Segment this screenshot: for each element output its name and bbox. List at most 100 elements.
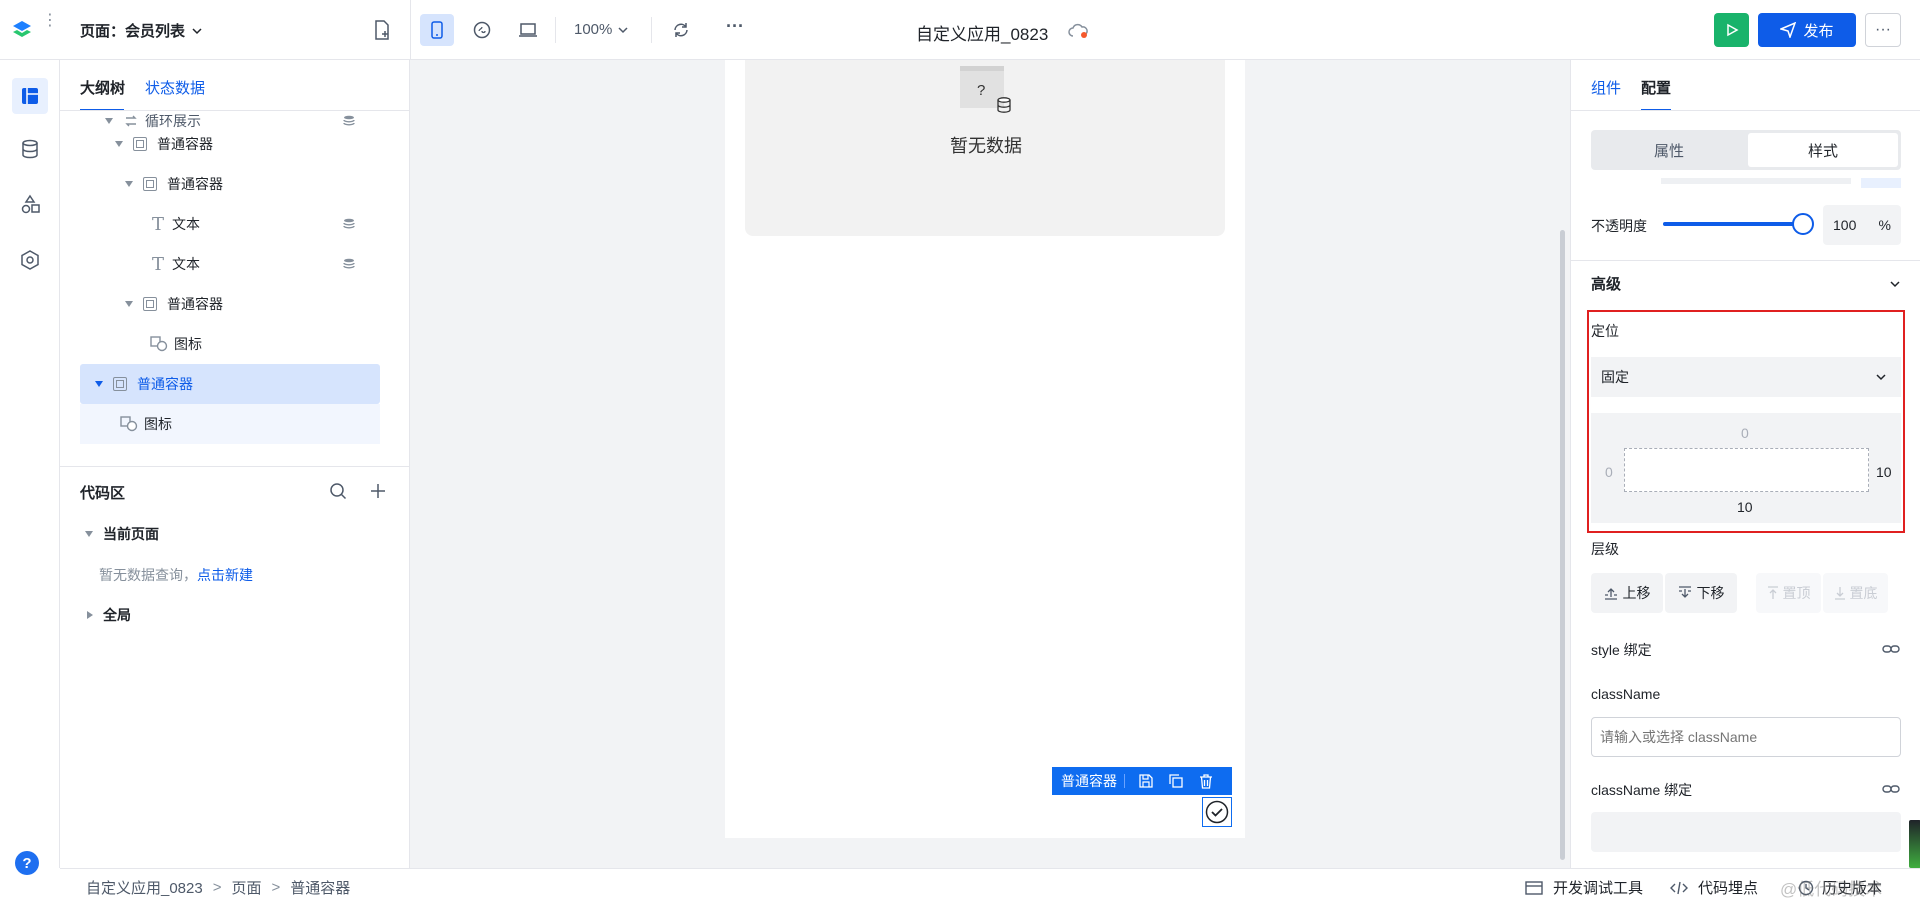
data-bind-icon	[343, 258, 355, 270]
classname-bind-editor[interactable]	[1591, 812, 1901, 852]
offset-left[interactable]: 0	[1605, 464, 1613, 480]
phone-frame[interactable]: ? 暂无数据 普通容器	[725, 60, 1245, 838]
style-bind-label: style 绑定	[1591, 642, 1652, 658]
breadcrumb-item[interactable]: 页面	[231, 877, 261, 898]
outline-nav-button[interactable]	[12, 78, 48, 114]
breadcrumb-item[interactable]: 普通容器	[290, 877, 350, 898]
icon-component-icon	[150, 336, 168, 352]
tree-node[interactable]: 普通容器	[95, 364, 380, 404]
link-icon[interactable]	[1882, 783, 1900, 795]
desktop-view-icon[interactable]	[518, 22, 538, 38]
move-down-button[interactable]: 下移	[1665, 573, 1737, 613]
more-toolbar-button[interactable]: ···	[726, 16, 744, 37]
top-toolbar: ⋮ 页面：会员列表 100% ··· 自定义应用_0823 发布 ···	[0, 0, 1920, 60]
collapse-arrow-icon[interactable]	[105, 118, 113, 124]
design-canvas[interactable]: ? 暂无数据 普通容器	[410, 60, 1570, 868]
collapse-arrow-icon[interactable]	[125, 301, 133, 307]
advanced-label: 高级	[1591, 276, 1622, 293]
tree-node[interactable]: 普通容器	[125, 284, 395, 324]
offset-bottom[interactable]: 10	[1737, 499, 1753, 515]
tree-node[interactable]: 图标	[150, 324, 395, 364]
collapse-arrow-icon[interactable]	[95, 381, 103, 387]
app-logo[interactable]	[10, 18, 34, 42]
dev-tools-label: 开发调试工具	[1553, 880, 1644, 897]
offset-right[interactable]: 10	[1876, 464, 1892, 480]
current-page-group[interactable]: 当前页面	[85, 524, 159, 544]
tree-node[interactable]: 普通容器	[125, 164, 395, 204]
offset-inner-box	[1624, 448, 1869, 492]
play-icon	[1725, 23, 1739, 37]
save-icon[interactable]	[1139, 774, 1153, 788]
new-page-icon[interactable]	[372, 19, 392, 41]
code-tracking-button[interactable]: 代码埋点	[1670, 877, 1758, 898]
to-top-icon	[1767, 586, 1779, 600]
props-style-segment: 属性 样式	[1591, 130, 1901, 170]
tree-node-label: 文本	[172, 216, 201, 232]
zoom-selector[interactable]: 100%	[574, 21, 629, 38]
components-icon[interactable]	[20, 194, 40, 214]
chevron-down-icon	[191, 25, 203, 37]
segment-properties[interactable]: 属性	[1594, 133, 1744, 167]
move-up-button[interactable]: 上移	[1591, 573, 1663, 613]
add-icon[interactable]	[371, 484, 385, 498]
console-icon	[1525, 880, 1543, 895]
chevron-down-icon	[1889, 278, 1901, 290]
tree-node-label: 普通容器	[137, 376, 193, 392]
tab-config[interactable]: 配置	[1641, 77, 1671, 98]
global-group[interactable]: 全局	[87, 605, 131, 625]
search-icon[interactable]	[329, 482, 347, 500]
opacity-input[interactable]: 100 %	[1823, 205, 1901, 245]
opacity-slider-thumb[interactable]	[1792, 213, 1814, 235]
zoom-value: 100%	[574, 21, 613, 38]
tab-state-data[interactable]: 状态数据	[145, 77, 205, 98]
send-to-bottom-button[interactable]: 置底	[1823, 573, 1888, 613]
canvas-scrollbar[interactable]	[1560, 230, 1565, 860]
tab-outline-tree[interactable]: 大纲树	[80, 77, 125, 98]
bring-to-top-button[interactable]: 置顶	[1756, 573, 1821, 613]
code-area-title: 代码区	[80, 485, 126, 502]
position-select[interactable]: 固定	[1591, 357, 1901, 397]
tab-components[interactable]: 组件	[1591, 77, 1621, 98]
app-title: 自定义应用_0823	[916, 25, 1049, 44]
delete-icon[interactable]	[1199, 773, 1213, 789]
outline-tree: 循环展示 普通容器 普通容器 T 文本 T 文本 普通容器 图标 普通容器 图标	[60, 111, 410, 466]
move-up-icon	[1604, 586, 1618, 600]
opacity-slider[interactable]	[1663, 213, 1814, 235]
link-icon[interactable]	[1882, 643, 1900, 655]
tree-node[interactable]: 图标	[120, 404, 380, 444]
page-selector[interactable]: 页面：会员列表	[80, 20, 203, 41]
more-options-button[interactable]: ···	[1865, 13, 1901, 47]
offset-top[interactable]: 0	[1741, 425, 1749, 441]
app-menu-dots[interactable]: ⋮	[42, 13, 58, 29]
copy-icon[interactable]	[1169, 774, 1183, 788]
selected-icon-element[interactable]	[1202, 797, 1232, 827]
miniprogram-view-icon[interactable]	[473, 21, 491, 39]
empty-state-container[interactable]: ? 暂无数据	[745, 60, 1225, 236]
position-select-value: 固定	[1601, 369, 1629, 385]
collapse-arrow-icon[interactable]	[125, 181, 133, 187]
refresh-icon[interactable]	[672, 21, 690, 39]
cloud-sync-icon[interactable]	[1067, 23, 1089, 39]
dev-tools-button[interactable]: 开发调试工具	[1525, 877, 1643, 898]
status-bar: 自定义应用_0823 > 页面 > 普通容器 开发调试工具 代码埋点 历史版本 …	[60, 868, 1920, 902]
selection-toolbar: 普通容器	[1052, 767, 1232, 795]
collapse-arrow-icon[interactable]	[115, 141, 123, 147]
run-preview-button[interactable]	[1714, 13, 1749, 47]
mobile-view-button[interactable]	[420, 14, 454, 46]
tree-node[interactable]: T 文本	[152, 204, 395, 244]
help-icon[interactable]: ?	[15, 851, 39, 875]
segment-style[interactable]: 样式	[1748, 133, 1898, 167]
settings-hex-icon[interactable]	[20, 250, 40, 270]
database-icon[interactable]	[20, 139, 40, 159]
create-query-link[interactable]: 点击新建	[197, 567, 253, 583]
tree-node-label: 普通容器	[157, 136, 213, 152]
empty-question-mark: ?	[977, 82, 986, 99]
advanced-section-header[interactable]: 高级	[1591, 273, 1901, 294]
classname-input[interactable]	[1591, 717, 1901, 757]
tree-node[interactable]: T 文本	[152, 244, 395, 284]
tree-node[interactable]: 普通容器	[115, 124, 395, 164]
breadcrumb-item[interactable]: 自定义应用_0823	[86, 877, 203, 898]
position-offset-editor: 0 0 10 10	[1591, 413, 1901, 523]
send-icon	[1780, 22, 1797, 38]
publish-button[interactable]: 发布	[1758, 13, 1856, 47]
